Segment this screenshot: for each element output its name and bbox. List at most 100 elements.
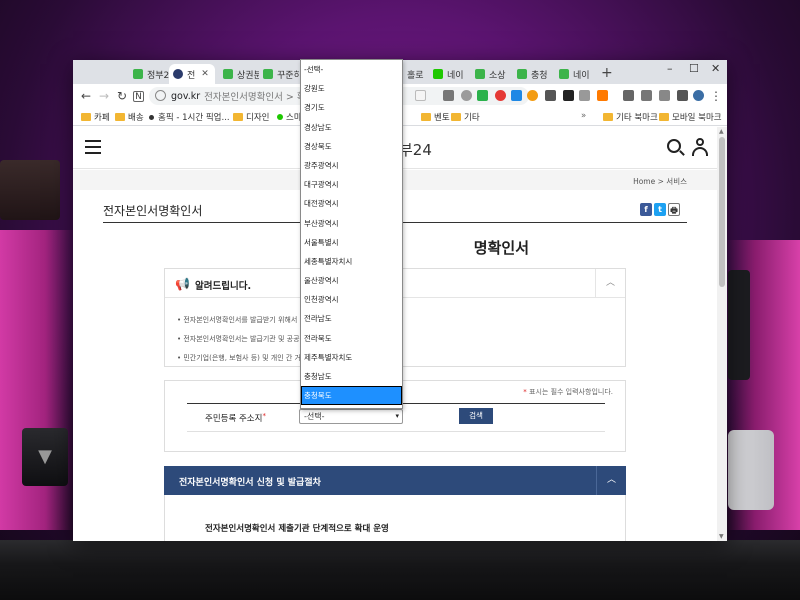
evernote-icon[interactable] [477, 90, 488, 101]
breadcrumb-home[interactable]: Home [633, 177, 655, 186]
extension-icon[interactable] [495, 90, 506, 101]
bookmark-favicon-icon [277, 114, 283, 120]
scroll-down-icon[interactable]: ▼ [719, 533, 724, 540]
extension-icon[interactable] [443, 90, 454, 101]
dropdown-option[interactable]: 서울특별시 [301, 233, 402, 252]
tab-favicon-icon [173, 69, 183, 79]
dropdown-option[interactable]: 대구광역시 [301, 175, 402, 194]
bookmark-star-icon[interactable] [415, 90, 426, 101]
tab-favicon-icon [263, 69, 273, 79]
pen-icon[interactable] [545, 90, 556, 101]
extension-icon[interactable] [527, 90, 538, 101]
close-window-button[interactable]: ✕ [711, 62, 720, 75]
extension-icon[interactable] [659, 90, 670, 101]
more-menu-icon[interactable]: ⋮ [709, 89, 723, 103]
breadcrumb-current[interactable]: 서비스 [666, 177, 687, 186]
dropdown-option[interactable]: 부산광역시 [301, 214, 402, 233]
page-scrollbar[interactable]: ▲ ▼ [717, 127, 727, 541]
procedure-accordion-body: 전자본인서명확인서 제출기관 단계적으로 확대 운영 [164, 495, 626, 541]
notice-item-text: 전자본인서명확인서는 발급기관 및 공공 [183, 335, 300, 343]
breadcrumb-separator: > [657, 177, 664, 186]
dropdown-option[interactable]: 세종특별자치시 [301, 252, 402, 271]
browser-tab[interactable]: 상권분 [219, 64, 259, 84]
extension-icon[interactable] [579, 90, 590, 101]
reading-list-icon[interactable] [677, 90, 688, 101]
tab-label: 정부2 [147, 70, 169, 81]
dropdown-option[interactable]: 경기도 [301, 98, 402, 117]
dropdown-option[interactable]: 울산광역시 [301, 271, 402, 290]
tab-label: 네이 [573, 70, 590, 81]
close-tab-icon[interactable]: ✕ [201, 69, 209, 79]
dropdown-option[interactable]: 대전광역시 [301, 194, 402, 213]
bookmark-folder[interactable]: 기타 북마크 [603, 111, 658, 123]
browser-tab[interactable]: 정부2 [129, 64, 169, 84]
dropdown-option[interactable]: 전라북도 [301, 329, 402, 348]
browser-tab[interactable]: 꾸준히 [259, 64, 299, 84]
print-icon[interactable]: 🖶 [668, 203, 680, 216]
collapse-chevron-icon[interactable]: ︿ [596, 466, 626, 495]
tab-label: 꾸준히 [277, 70, 299, 81]
dropdown-option[interactable]: 경상남도 [301, 118, 402, 137]
tab-label: 충청 [531, 70, 548, 81]
bookmarks-overflow-button[interactable]: » [581, 111, 586, 121]
folder-icon [115, 113, 125, 121]
search-icon[interactable] [667, 139, 681, 153]
browser-tab-active[interactable]: 전 ✕ [169, 64, 215, 84]
maximize-button[interactable]: ☐ [689, 62, 699, 75]
back-arrow-icon[interactable]: ← [79, 89, 93, 103]
required-star: * [523, 388, 527, 396]
bookmark-link[interactable]: 스마 [277, 111, 302, 123]
search-button[interactable]: 검색 [459, 408, 493, 424]
field-label-text: 주민등록 주소지 [205, 414, 263, 424]
bookmark-folder[interactable]: 디자인 [233, 111, 269, 123]
forward-arrow-icon[interactable]: → [97, 89, 111, 103]
bookmark-folder[interactable]: 카페 [81, 111, 110, 123]
bookmark-folder[interactable]: 벤토 [421, 111, 450, 123]
extension-icon[interactable] [563, 90, 574, 101]
twitter-icon[interactable]: t [654, 203, 666, 216]
menu-icon[interactable] [85, 140, 101, 154]
browser-tab[interactable]: 소상 [471, 64, 511, 84]
browser-tab[interactable]: 충청 [513, 64, 553, 84]
folder-icon [421, 113, 431, 121]
site-info-icon[interactable] [155, 90, 166, 101]
dropdown-option[interactable]: 경상북도 [301, 137, 402, 156]
region-select[interactable]: -선택- ▾ [299, 409, 403, 424]
scroll-up-icon[interactable]: ▲ [719, 128, 724, 135]
camera-icon[interactable] [641, 90, 652, 101]
reload-icon[interactable]: ↻ [115, 89, 129, 103]
bookmark-link[interactable]: 홈픽 - 1시간 픽업... [149, 111, 230, 123]
naver-icon[interactable]: N [133, 91, 144, 102]
dropdown-option[interactable]: 충청북도 [301, 386, 402, 406]
pocket-icon[interactable] [461, 90, 472, 101]
browser-tab[interactable]: 네이 [555, 64, 595, 84]
minimize-button[interactable]: – [667, 62, 673, 75]
required-note-text: 표시는 필수 입력사항입니다. [529, 388, 613, 396]
dropdown-option[interactable]: -선택- [301, 60, 402, 79]
dropdown-option[interactable]: 제주특별자치도 [301, 348, 402, 367]
dropdown-option[interactable]: 인천광역시 [301, 290, 402, 309]
procedure-accordion-header[interactable]: 전자본인서명확인서 신청 및 발급절차 ︿ [164, 466, 626, 495]
bookmark-folder[interactable]: 모바일 북마크 [659, 111, 722, 123]
dropdown-option[interactable]: 전라남도 [301, 309, 402, 328]
bookmark-folder[interactable]: 기타 [451, 111, 480, 123]
dropdown-option[interactable]: 광주광역시 [301, 156, 402, 175]
region-dropdown-list[interactable]: -선택- 강원도 경기도 경상남도 경상북도 광주광역시 대구광역시 대전광역시 부산광역시 서울… [300, 59, 403, 409]
download-icon[interactable] [623, 90, 634, 101]
dropdown-option[interactable]: 강원도 [301, 79, 402, 98]
site-logo[interactable]: 부24 [399, 139, 432, 160]
facebook-icon[interactable]: f [640, 203, 652, 216]
tab-label: 네이 [447, 70, 464, 81]
scrollbar-thumb[interactable] [719, 137, 725, 287]
candle-decoration: ▼ [22, 428, 68, 486]
browser-tab[interactable]: 네이 [429, 64, 469, 84]
bookmark-folder[interactable]: 배송 [115, 111, 144, 123]
field-label: 주민등록 주소지* [205, 412, 266, 424]
collapse-chevron-icon[interactable]: ︿ [595, 269, 625, 298]
extension-icon[interactable] [597, 90, 608, 101]
profile-avatar-icon[interactable] [693, 90, 704, 101]
new-tab-button[interactable]: + [601, 66, 613, 80]
user-icon[interactable] [691, 138, 709, 156]
extension-icon[interactable] [511, 90, 522, 101]
dropdown-option[interactable]: 충청남도 [301, 367, 402, 386]
